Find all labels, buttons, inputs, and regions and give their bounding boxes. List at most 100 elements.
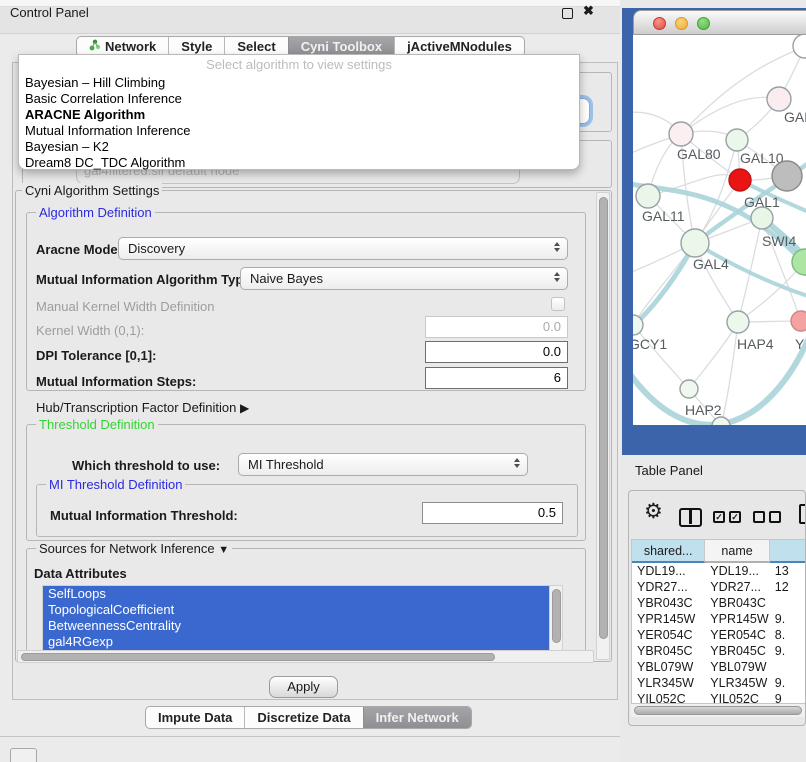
table-row[interactable]: YDL19...YDL19...13 <box>632 563 806 579</box>
table-hscrollbar-thumb[interactable] <box>634 706 802 715</box>
attribute-item[interactable]: BetweennessCentrality <box>43 618 562 634</box>
aracne-mode-combo[interactable]: Discovery <box>118 237 568 260</box>
algorithm-option-basic-correlation-inference[interactable]: Basic Correlation Inference <box>19 91 579 107</box>
algorithm-option-dream8-dc-tdc-algorithm[interactable]: Dream8 DC_TDC Algorithm <box>19 155 579 171</box>
cell[interactable]: YBR045C <box>705 643 770 659</box>
gear-icon[interactable]: ⚙ <box>644 499 663 524</box>
cell[interactable]: YDL19... <box>705 563 770 579</box>
algorithm-option-bayesian-k2[interactable]: Bayesian – K2 <box>19 139 579 155</box>
split-columns-icon[interactable] <box>679 508 702 527</box>
manual-kernel-checkbox[interactable] <box>551 297 565 311</box>
cell[interactable] <box>770 595 806 611</box>
tab-label: Infer Network <box>376 710 459 725</box>
column-header-2[interactable] <box>770 540 806 563</box>
column-header-name[interactable]: name <box>705 540 770 563</box>
network-node-gal[interactable] <box>767 87 791 111</box>
table-hscrollbar-track[interactable] <box>631 703 806 717</box>
network-view-canvas[interactable]: GALGAL80GAL10GAL1GAL11SWI4GAL4GCY1HAP4YH… <box>633 35 806 425</box>
kernel-width-field[interactable]: 0.0 <box>425 316 568 338</box>
mi-type-combo[interactable]: Naive Bayes <box>240 267 568 290</box>
network-node-label: Y <box>795 336 805 352</box>
cell[interactable]: YPR145W <box>632 611 705 627</box>
attribute-item[interactable]: gal4RGexp <box>43 634 562 650</box>
table-row[interactable]: YLR345WYLR345W9. <box>632 675 806 691</box>
network-edge <box>721 322 738 425</box>
attribute-item[interactable]: TopologicalCoefficient <box>43 602 562 618</box>
network-node[interactable] <box>793 35 806 58</box>
table-row[interactable]: YPR145WYPR145W9. <box>632 611 806 627</box>
table-row[interactable]: YER054CYER054C8. <box>632 627 806 643</box>
bottom-tab-impute-data[interactable]: Impute Data <box>146 707 244 728</box>
attributes-scrollbar-thumb[interactable] <box>552 589 561 643</box>
bottom-tab-infer-network[interactable]: Infer Network <box>363 707 471 728</box>
network-node-hap4[interactable] <box>727 311 749 333</box>
hub-definition-expander[interactable]: Hub/Transcription Factor Definition ▶ <box>36 400 249 415</box>
algorithm-option-bayesian-hill-climbing[interactable]: Bayesian – Hill Climbing <box>19 75 579 91</box>
cell[interactable]: YBL079W <box>632 659 705 675</box>
dpi-tolerance-field[interactable]: 0.0 <box>425 341 568 363</box>
mac-close-button[interactable] <box>653 17 666 30</box>
cell[interactable]: 9. <box>770 675 806 691</box>
cell[interactable]: YPR145W <box>705 611 770 627</box>
unchecked-columns-icon[interactable] <box>753 511 781 523</box>
cell[interactable]: YBR043C <box>705 595 770 611</box>
cell[interactable]: YDL19... <box>632 563 705 579</box>
algorithm-option-aracne-algorithm[interactable]: ARACNE Algorithm <box>19 107 579 123</box>
settings-hscrollbar-thumb[interactable] <box>21 653 495 661</box>
cell[interactable]: 13 <box>770 563 806 579</box>
cell[interactable]: YLR345W <box>632 675 705 691</box>
network-node-gal4[interactable] <box>681 229 709 257</box>
cell[interactable]: YBL079W <box>705 659 770 675</box>
cell[interactable]: YDR27... <box>705 579 770 595</box>
network-node-swi4[interactable] <box>751 207 773 229</box>
mac-zoom-button[interactable] <box>697 17 710 30</box>
cell[interactable]: 9. <box>770 643 806 659</box>
network-node[interactable] <box>772 161 802 191</box>
table-row[interactable]: YBR043CYBR043C <box>632 595 806 611</box>
mi-threshold-field[interactable]: 0.5 <box>422 502 563 524</box>
apply-button[interactable]: Apply <box>269 676 338 698</box>
network-window-titlebar[interactable] <box>633 10 806 35</box>
cell[interactable]: YDR27... <box>632 579 705 595</box>
attributes-scrollbar-track[interactable] <box>549 585 563 651</box>
aracne-mode-label: Aracne Mode: <box>36 242 122 257</box>
mi-steps-field[interactable]: 6 <box>425 367 568 389</box>
cell[interactable]: YLR345W <box>705 675 770 691</box>
network-node-gal11[interactable] <box>636 184 660 208</box>
mi-type-value: Naive Bayes <box>250 271 323 286</box>
network-node-hap2[interactable] <box>680 380 698 398</box>
mac-minimize-button[interactable] <box>675 17 688 30</box>
table-row[interactable]: YBR045CYBR045C9. <box>632 643 806 659</box>
cell[interactable]: YBR043C <box>632 595 705 611</box>
sources-expander[interactable]: Sources for Network Inference ▼ <box>36 541 232 556</box>
network-node-gal1[interactable] <box>729 169 751 191</box>
settings-hscrollbar-track[interactable] <box>17 650 594 663</box>
cell[interactable]: 12 <box>770 579 806 595</box>
attribute-item[interactable]: SelfLoops <box>43 586 562 602</box>
network-node-gal10[interactable] <box>726 129 748 151</box>
settings-scrollbar-thumb[interactable] <box>599 197 608 639</box>
bottom-tab-discretize-data[interactable]: Discretize Data <box>244 707 362 728</box>
network-node-y[interactable] <box>791 311 806 331</box>
cell[interactable] <box>770 659 806 675</box>
cell[interactable]: 8. <box>770 627 806 643</box>
checked-columns-icon[interactable]: ✓ ✓ <box>713 511 741 523</box>
export-table-icon[interactable] <box>799 504 806 524</box>
cell[interactable]: 9. <box>770 611 806 627</box>
partial-corner-button[interactable] <box>10 748 37 762</box>
close-panel-icon[interactable]: ✖ <box>583 3 594 19</box>
cell[interactable]: YBR045C <box>632 643 705 659</box>
manual-kernel-label: Manual Kernel Width Definition <box>36 299 214 314</box>
which-threshold-combo[interactable]: MI Threshold <box>238 453 528 476</box>
tab-label: Style <box>181 39 212 54</box>
cell[interactable]: YER054C <box>632 627 705 643</box>
column-header-shared-[interactable]: shared... <box>632 540 705 563</box>
table-row[interactable]: YBL079WYBL079W <box>632 659 806 675</box>
table-row[interactable]: YDR27...YDR27...12 <box>632 579 806 595</box>
float-window-icon[interactable] <box>562 8 573 19</box>
network-node-gal80[interactable] <box>669 122 693 146</box>
data-attributes-list: SelfLoopsTopologicalCoefficientBetweenne… <box>42 585 563 651</box>
settings-scrollbar-track[interactable] <box>596 192 610 660</box>
cell[interactable]: YER054C <box>705 627 770 643</box>
algorithm-option-mutual-information-inference[interactable]: Mutual Information Inference <box>19 123 579 139</box>
